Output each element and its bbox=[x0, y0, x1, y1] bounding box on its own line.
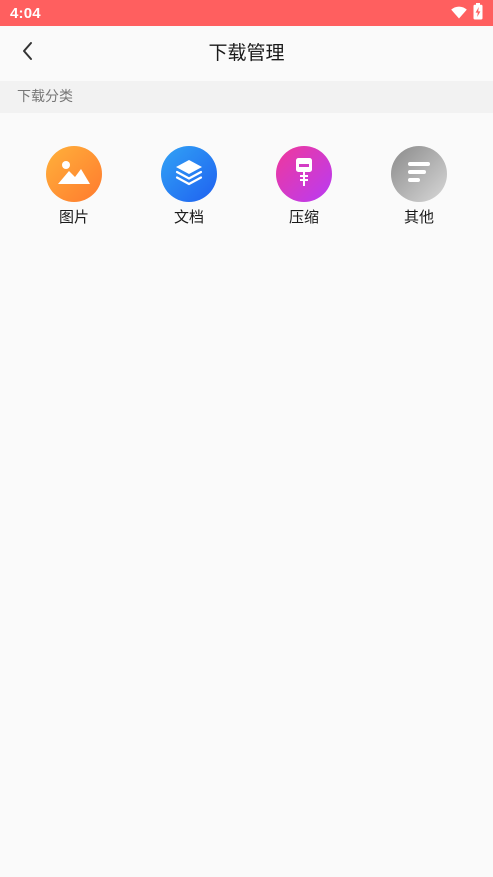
battery-charging-icon bbox=[473, 2, 483, 24]
status-time: 4:04 bbox=[10, 4, 41, 22]
status-bar: 4:04 bbox=[0, 0, 493, 26]
category-documents[interactable]: 文档 bbox=[149, 146, 229, 226]
category-images-circle bbox=[46, 146, 102, 202]
page-title: 下载管理 bbox=[208, 42, 285, 64]
category-archives[interactable]: 压缩 bbox=[264, 146, 344, 226]
category-other-circle bbox=[391, 146, 447, 202]
category-documents-circle bbox=[161, 146, 217, 202]
category-archives-label: 压缩 bbox=[288, 208, 319, 226]
zip-icon bbox=[292, 156, 316, 192]
category-grid: 图片 文档 压缩 其他 bbox=[0, 113, 493, 243]
category-archives-circle bbox=[276, 146, 332, 202]
section-header: 下载分类 bbox=[0, 81, 493, 113]
layers-icon bbox=[174, 157, 204, 191]
image-icon bbox=[57, 158, 91, 190]
category-other[interactable]: 其他 bbox=[379, 146, 459, 226]
status-icons bbox=[451, 2, 483, 24]
wifi-icon bbox=[451, 4, 467, 23]
category-images-label: 图片 bbox=[58, 208, 89, 226]
category-documents-label: 文档 bbox=[173, 208, 204, 226]
category-images[interactable]: 图片 bbox=[34, 146, 114, 226]
lines-icon bbox=[405, 159, 433, 189]
category-other-label: 其他 bbox=[403, 208, 434, 226]
app-header: 下载管理 bbox=[0, 26, 493, 81]
